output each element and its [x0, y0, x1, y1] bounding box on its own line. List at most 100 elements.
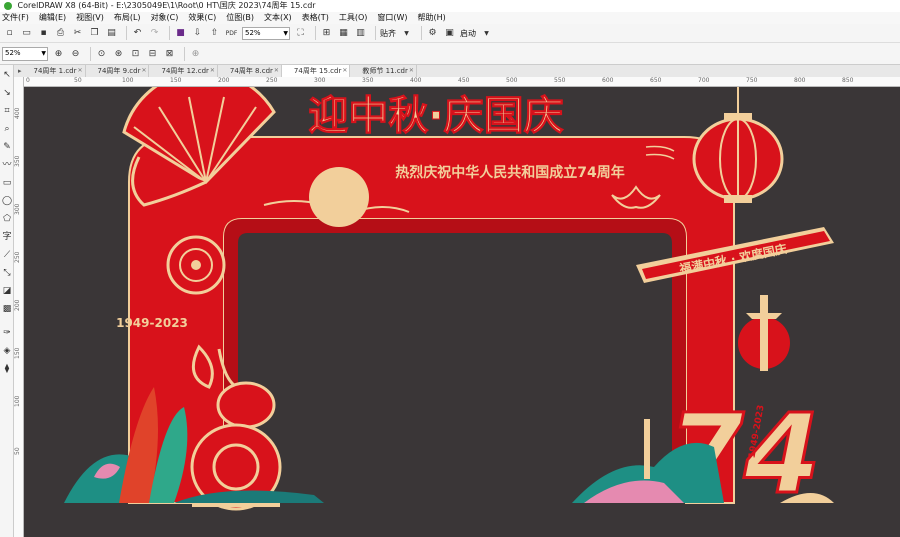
- options-gear-icon[interactable]: ⚙: [426, 27, 439, 40]
- ruler-tick-label: 250: [14, 251, 21, 263]
- color-eyedropper-tool-icon[interactable]: ✑: [1, 327, 13, 339]
- drawing-canvas[interactable]: 迎中秋·庆国庆 热烈庆祝中华人民共和国成立74周年 福满中秋 · 欢度国庆 19…: [24, 87, 900, 537]
- close-icon[interactable]: ✕: [77, 65, 82, 77]
- year-badge-text[interactable]: 1949-2023: [116, 316, 188, 330]
- freehand-tool-icon[interactable]: ✎: [1, 141, 13, 153]
- drop-shadow-tool-icon[interactable]: ◪: [1, 285, 13, 297]
- toolbar-divider: [375, 26, 376, 40]
- ruler-tick-label: 0: [26, 77, 30, 84]
- show-guidelines-icon[interactable]: ▥: [354, 27, 367, 40]
- zoom-level-select[interactable]: 52% ▼: [242, 26, 290, 40]
- chevron-down-icon[interactable]: ▼: [400, 27, 413, 40]
- paste-icon[interactable]: ▤: [105, 27, 118, 40]
- menu-layout[interactable]: 布局(L): [114, 12, 141, 24]
- close-icon[interactable]: ✕: [342, 65, 347, 77]
- menu-tools[interactable]: 工具(O): [339, 12, 368, 24]
- headline-text[interactable]: 迎中秋·庆国庆: [308, 93, 564, 140]
- zoom-out-icon[interactable]: ⊖: [69, 47, 82, 60]
- tab-74-15[interactable]: 74周年 15.cdr ✕: [281, 65, 351, 77]
- tab-label: 74周年 15.cdr: [293, 67, 342, 75]
- pick-tool-icon[interactable]: ↖: [1, 69, 13, 81]
- close-icon[interactable]: ✕: [274, 65, 279, 77]
- menu-effects[interactable]: 效果(C): [188, 12, 216, 24]
- close-icon[interactable]: ✕: [409, 65, 414, 77]
- close-icon[interactable]: ✕: [141, 65, 146, 77]
- huabiao-column[interactable]: [738, 295, 790, 371]
- ruler-tick-label: 250: [266, 77, 278, 84]
- save-icon[interactable]: ▪: [37, 27, 50, 40]
- new-document-icon[interactable]: ▫: [3, 27, 16, 40]
- full-screen-icon[interactable]: ⛶: [294, 27, 307, 40]
- ruler-tick-label: 400: [14, 107, 21, 119]
- menu-edit[interactable]: 编辑(E): [39, 12, 66, 24]
- add-icon[interactable]: ⊕: [189, 47, 202, 60]
- close-icon[interactable]: ✕: [210, 65, 215, 77]
- tab-74-1[interactable]: 74周年 1.cdr ✕: [22, 65, 86, 77]
- horizontal-ruler[interactable]: 0 50 100 150 200 250 300 350 400 450 500…: [24, 77, 900, 87]
- menu-help[interactable]: 帮助(H): [418, 12, 446, 24]
- menu-file[interactable]: 文件(F): [2, 12, 29, 24]
- show-rulers-icon[interactable]: ⊞: [320, 27, 333, 40]
- cut-icon[interactable]: ✂: [71, 27, 84, 40]
- menu-view[interactable]: 视图(V): [76, 12, 104, 24]
- tab-scroll-icon[interactable]: ▸: [14, 65, 22, 77]
- shape-tool-icon[interactable]: ↘: [1, 87, 13, 99]
- zoom-tool-icon[interactable]: ⌕: [1, 123, 13, 135]
- ruler-tick-label: 600: [602, 77, 614, 84]
- zoom-width-icon[interactable]: ⊟: [146, 47, 159, 60]
- application-launcher-icon[interactable]: ▣: [443, 27, 456, 40]
- zoom-all-objects-icon[interactable]: ⊛: [112, 47, 125, 60]
- ruler-tick-label: 200: [14, 299, 21, 311]
- menu-window[interactable]: 窗口(W): [377, 12, 407, 24]
- crop-tool-icon[interactable]: ⌗: [1, 105, 13, 117]
- zoom-selected-icon[interactable]: ⊙: [95, 47, 108, 60]
- zoom-level-select[interactable]: 52% ▼: [2, 46, 48, 61]
- show-grid-icon[interactable]: ▦: [337, 27, 350, 40]
- subtitle-text[interactable]: 热烈庆祝中华人民共和国成立74周年: [395, 164, 624, 181]
- copy-icon[interactable]: ❐: [88, 27, 101, 40]
- import-icon[interactable]: ⇩: [191, 27, 204, 40]
- moon-circle[interactable]: [309, 167, 369, 227]
- lantern-ornament[interactable]: [692, 87, 784, 203]
- ruler-tick-label: 200: [218, 77, 230, 84]
- zoom-height-icon[interactable]: ⊠: [163, 47, 176, 60]
- flower-medallion[interactable]: [166, 235, 226, 295]
- tab-74-9[interactable]: 74周年 9.cdr ✕: [86, 65, 150, 77]
- connector-tool-icon[interactable]: ⤡: [1, 267, 13, 279]
- window-title: CorelDRAW X8 (64-Bit) - E:\2305049E\1\Ro…: [17, 1, 316, 10]
- zoom-in-icon[interactable]: ⊕: [52, 47, 65, 60]
- artistic-media-tool-icon[interactable]: 〰: [1, 159, 13, 171]
- vertical-ruler[interactable]: 400 350 300 250 200 150 100 50: [14, 77, 24, 537]
- snap-to-button[interactable]: 贴齐: [380, 28, 396, 39]
- tab-label: 74周年 8.cdr: [229, 67, 273, 75]
- open-folder-icon[interactable]: ▭: [20, 27, 33, 40]
- menu-bitmaps[interactable]: 位图(B): [226, 12, 254, 24]
- smart-fill-tool-icon[interactable]: ⧫: [1, 363, 13, 375]
- interactive-fill-tool-icon[interactable]: ◈: [1, 345, 13, 357]
- print-icon[interactable]: ⎙: [54, 27, 67, 40]
- chevron-down-icon[interactable]: ▼: [480, 27, 493, 40]
- rectangle-tool-icon[interactable]: ▭: [1, 177, 13, 189]
- search-content-icon[interactable]: ■: [174, 27, 187, 40]
- undo-icon[interactable]: ↶: [131, 27, 144, 40]
- property-bar: 52% ▼ ⊕ ⊖ ⊙ ⊛ ⊡ ⊟ ⊠ ⊕: [0, 43, 900, 65]
- parallel-dimension-tool-icon[interactable]: ⟋: [1, 249, 13, 261]
- tab-teachers-day-11[interactable]: 教师节 11.cdr ✕: [350, 65, 417, 77]
- export-icon[interactable]: ⇧: [208, 27, 221, 40]
- menu-table[interactable]: 表格(T): [302, 12, 329, 24]
- zoom-page-icon[interactable]: ⊡: [129, 47, 142, 60]
- text-tool-icon[interactable]: 字: [1, 231, 13, 243]
- tab-74-8[interactable]: 74周年 8.cdr ✕: [218, 65, 282, 77]
- ruler-tick-label: 150: [14, 347, 21, 359]
- toolbar-divider: [169, 26, 170, 40]
- polygon-tool-icon[interactable]: ⬠: [1, 213, 13, 225]
- redo-icon[interactable]: ↷: [148, 27, 161, 40]
- menu-text[interactable]: 文本(X): [264, 12, 292, 24]
- toolbox: ↖ ↘ ⌗ ⌕ ✎ 〰 ▭ ◯ ⬠ 字 ⟋ ⤡ ◪ ▩ ✑ ◈ ⧫: [0, 65, 14, 537]
- publish-pdf-icon[interactable]: PDF: [225, 27, 238, 40]
- ellipse-tool-icon[interactable]: ◯: [1, 195, 13, 207]
- transparency-tool-icon[interactable]: ▩: [1, 303, 13, 315]
- tab-74-12[interactable]: 74周年 12.cdr ✕: [149, 65, 218, 77]
- launch-button[interactable]: 启动: [460, 28, 476, 39]
- menu-object[interactable]: 对象(C): [151, 12, 179, 24]
